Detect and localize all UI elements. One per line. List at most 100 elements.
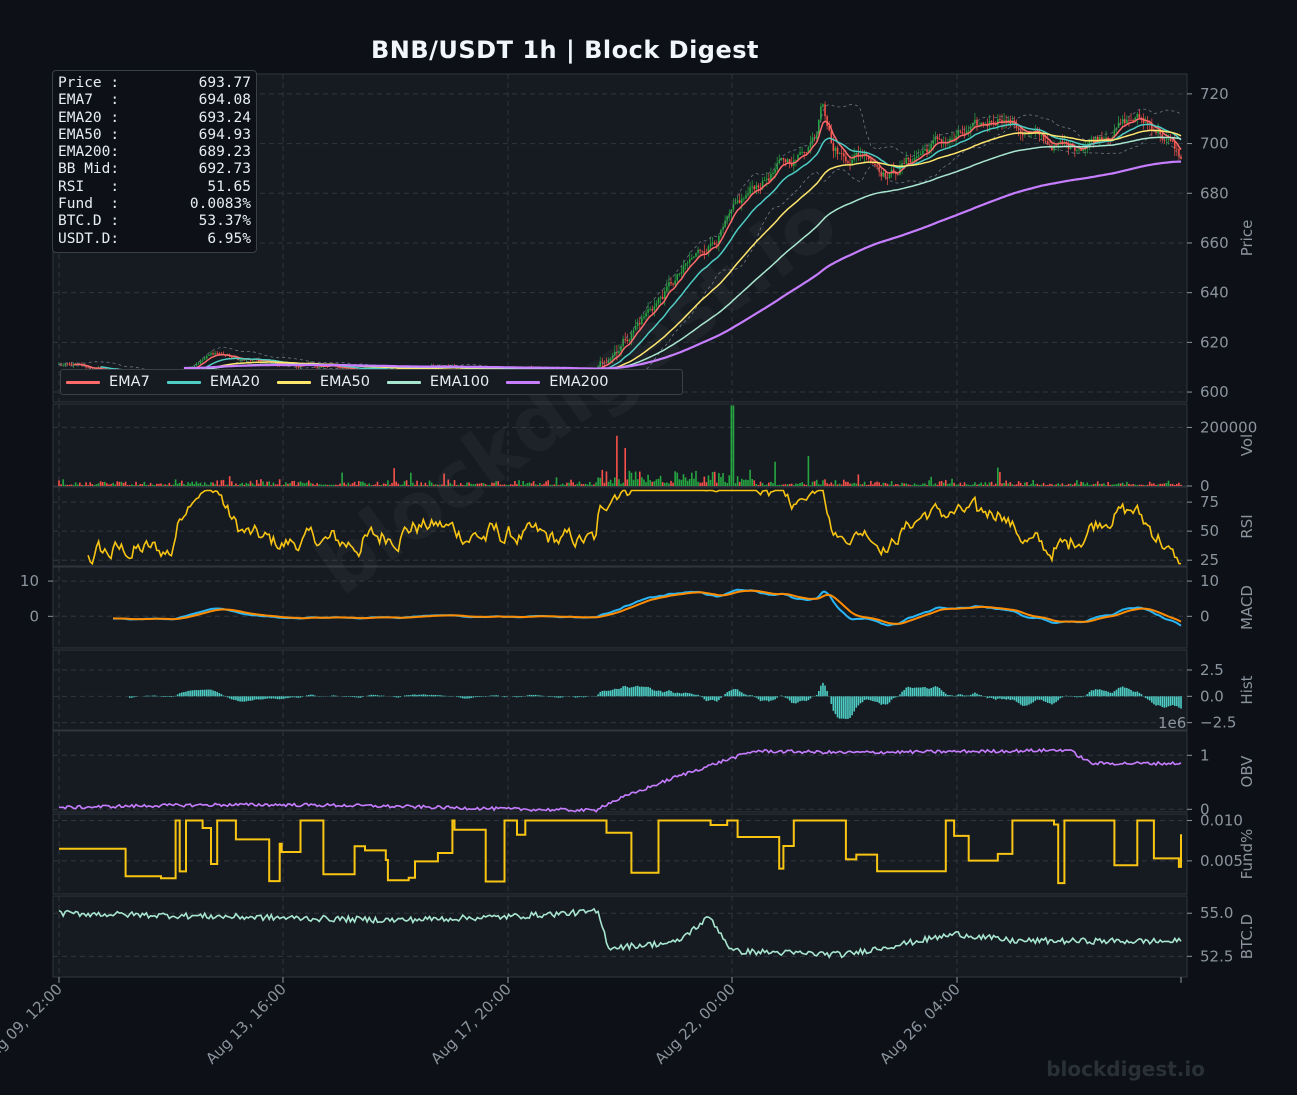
- volume-bar: [1021, 485, 1024, 486]
- hist-bar: [293, 696, 296, 698]
- volume-bar: [101, 482, 104, 486]
- candle-body: [803, 151, 806, 153]
- volume-bar: [740, 478, 743, 486]
- hist-bar: [516, 696, 518, 698]
- hist-bar: [1151, 696, 1153, 703]
- hist-bar: [880, 696, 883, 705]
- hist-bar: [632, 686, 635, 697]
- volume-bar: [711, 471, 714, 486]
- candle-body: [826, 116, 828, 126]
- volume-bar: [214, 484, 216, 486]
- hist-bar: [1109, 692, 1112, 697]
- hist-bar: [133, 696, 135, 698]
- candle-body: [1121, 119, 1124, 124]
- volume-bar: [351, 483, 354, 486]
- hist-bar: [882, 696, 885, 705]
- volume-bar: [659, 475, 662, 486]
- volume-bar: [360, 481, 362, 486]
- hist-bar: [572, 696, 574, 697]
- volume-bar: [147, 485, 150, 486]
- hist-bar: [997, 696, 999, 699]
- volume-bar: [255, 479, 258, 486]
- hist-bar: [838, 696, 841, 719]
- volume-bar: [974, 482, 976, 486]
- volume-bar: [757, 484, 760, 486]
- volume-bar: [1105, 485, 1107, 486]
- candle-body: [1080, 149, 1082, 151]
- volume-bar: [1126, 481, 1128, 486]
- hist-bar: [412, 694, 414, 697]
- hist-bar: [655, 690, 658, 697]
- hist-bar: [967, 695, 970, 697]
- hist-bar: [422, 694, 425, 697]
- y-tick-label-price: 700: [1200, 135, 1229, 153]
- hist-bar: [763, 696, 766, 701]
- volume-bar: [595, 482, 597, 486]
- volume-bar: [1034, 484, 1037, 486]
- volume-bar: [160, 483, 162, 486]
- volume-bar: [1165, 482, 1168, 486]
- hist-bar: [684, 692, 687, 697]
- y-tick-label-vol: 200000: [1200, 418, 1257, 436]
- legend-swatch: [506, 380, 541, 384]
- volume-bar: [743, 479, 745, 486]
- volume-bar: [838, 483, 841, 486]
- hist-bar: [855, 696, 858, 708]
- y-tick-label-price: 640: [1200, 284, 1229, 302]
- hist-bar: [378, 695, 381, 697]
- hist-bar: [366, 695, 368, 697]
- hist-bar: [788, 696, 791, 701]
- volume-bar: [616, 435, 618, 486]
- hist-bar: [530, 694, 533, 697]
- x-tick-label: Aug 13, 16:00: [202, 980, 290, 1068]
- hist-bar: [561, 696, 564, 698]
- candle-body: [834, 147, 837, 151]
- hist-bar: [355, 696, 358, 698]
- info-row: USDT.D: 6.95%: [58, 231, 251, 248]
- candle-body: [1171, 141, 1174, 142]
- volume-bar: [237, 485, 239, 486]
- hist-bar: [942, 691, 945, 697]
- hist-bar: [1113, 691, 1116, 697]
- volume-bar: [691, 472, 693, 486]
- hist-bar: [886, 696, 889, 705]
- volume-bar: [1057, 483, 1059, 486]
- candle-body: [849, 163, 851, 164]
- candle-body: [216, 353, 219, 354]
- volume-bar: [272, 482, 275, 486]
- hist-bar: [291, 696, 293, 698]
- volume-bar: [905, 483, 908, 486]
- volume-bar: [158, 483, 160, 486]
- hist-bar: [861, 696, 864, 703]
- volume-bar: [774, 461, 776, 486]
- volume-bar: [1007, 483, 1010, 486]
- volume-bar: [582, 484, 585, 486]
- info-value: 693.24: [198, 109, 251, 126]
- volume-bar: [836, 484, 839, 486]
- candle-body: [201, 359, 204, 361]
- volume-bar: [1151, 483, 1153, 486]
- volume-bar: [1178, 482, 1180, 486]
- hist-bar: [178, 693, 181, 697]
- volume-bar: [1101, 483, 1103, 486]
- hist-bar: [805, 696, 808, 702]
- volume-bar: [1123, 484, 1126, 486]
- volume-bar: [543, 483, 545, 486]
- candle-body: [753, 186, 756, 190]
- candle-body: [897, 174, 899, 175]
- volume-bar: [99, 481, 102, 486]
- volume-bar: [320, 484, 323, 486]
- hist-bar: [1032, 696, 1035, 703]
- hist-bar: [539, 695, 541, 697]
- legend-item-ema7: EMA7: [66, 374, 150, 390]
- candle-body: [967, 130, 970, 132]
- volume-bar: [688, 479, 691, 486]
- volume-bar: [749, 469, 751, 486]
- hist-bar: [420, 694, 423, 697]
- hist-bar: [285, 696, 287, 699]
- candle-body: [832, 143, 835, 151]
- volume-bar: [693, 478, 695, 486]
- volume-bar: [978, 483, 980, 486]
- hist-bar: [468, 696, 470, 699]
- volume-bar: [630, 472, 633, 486]
